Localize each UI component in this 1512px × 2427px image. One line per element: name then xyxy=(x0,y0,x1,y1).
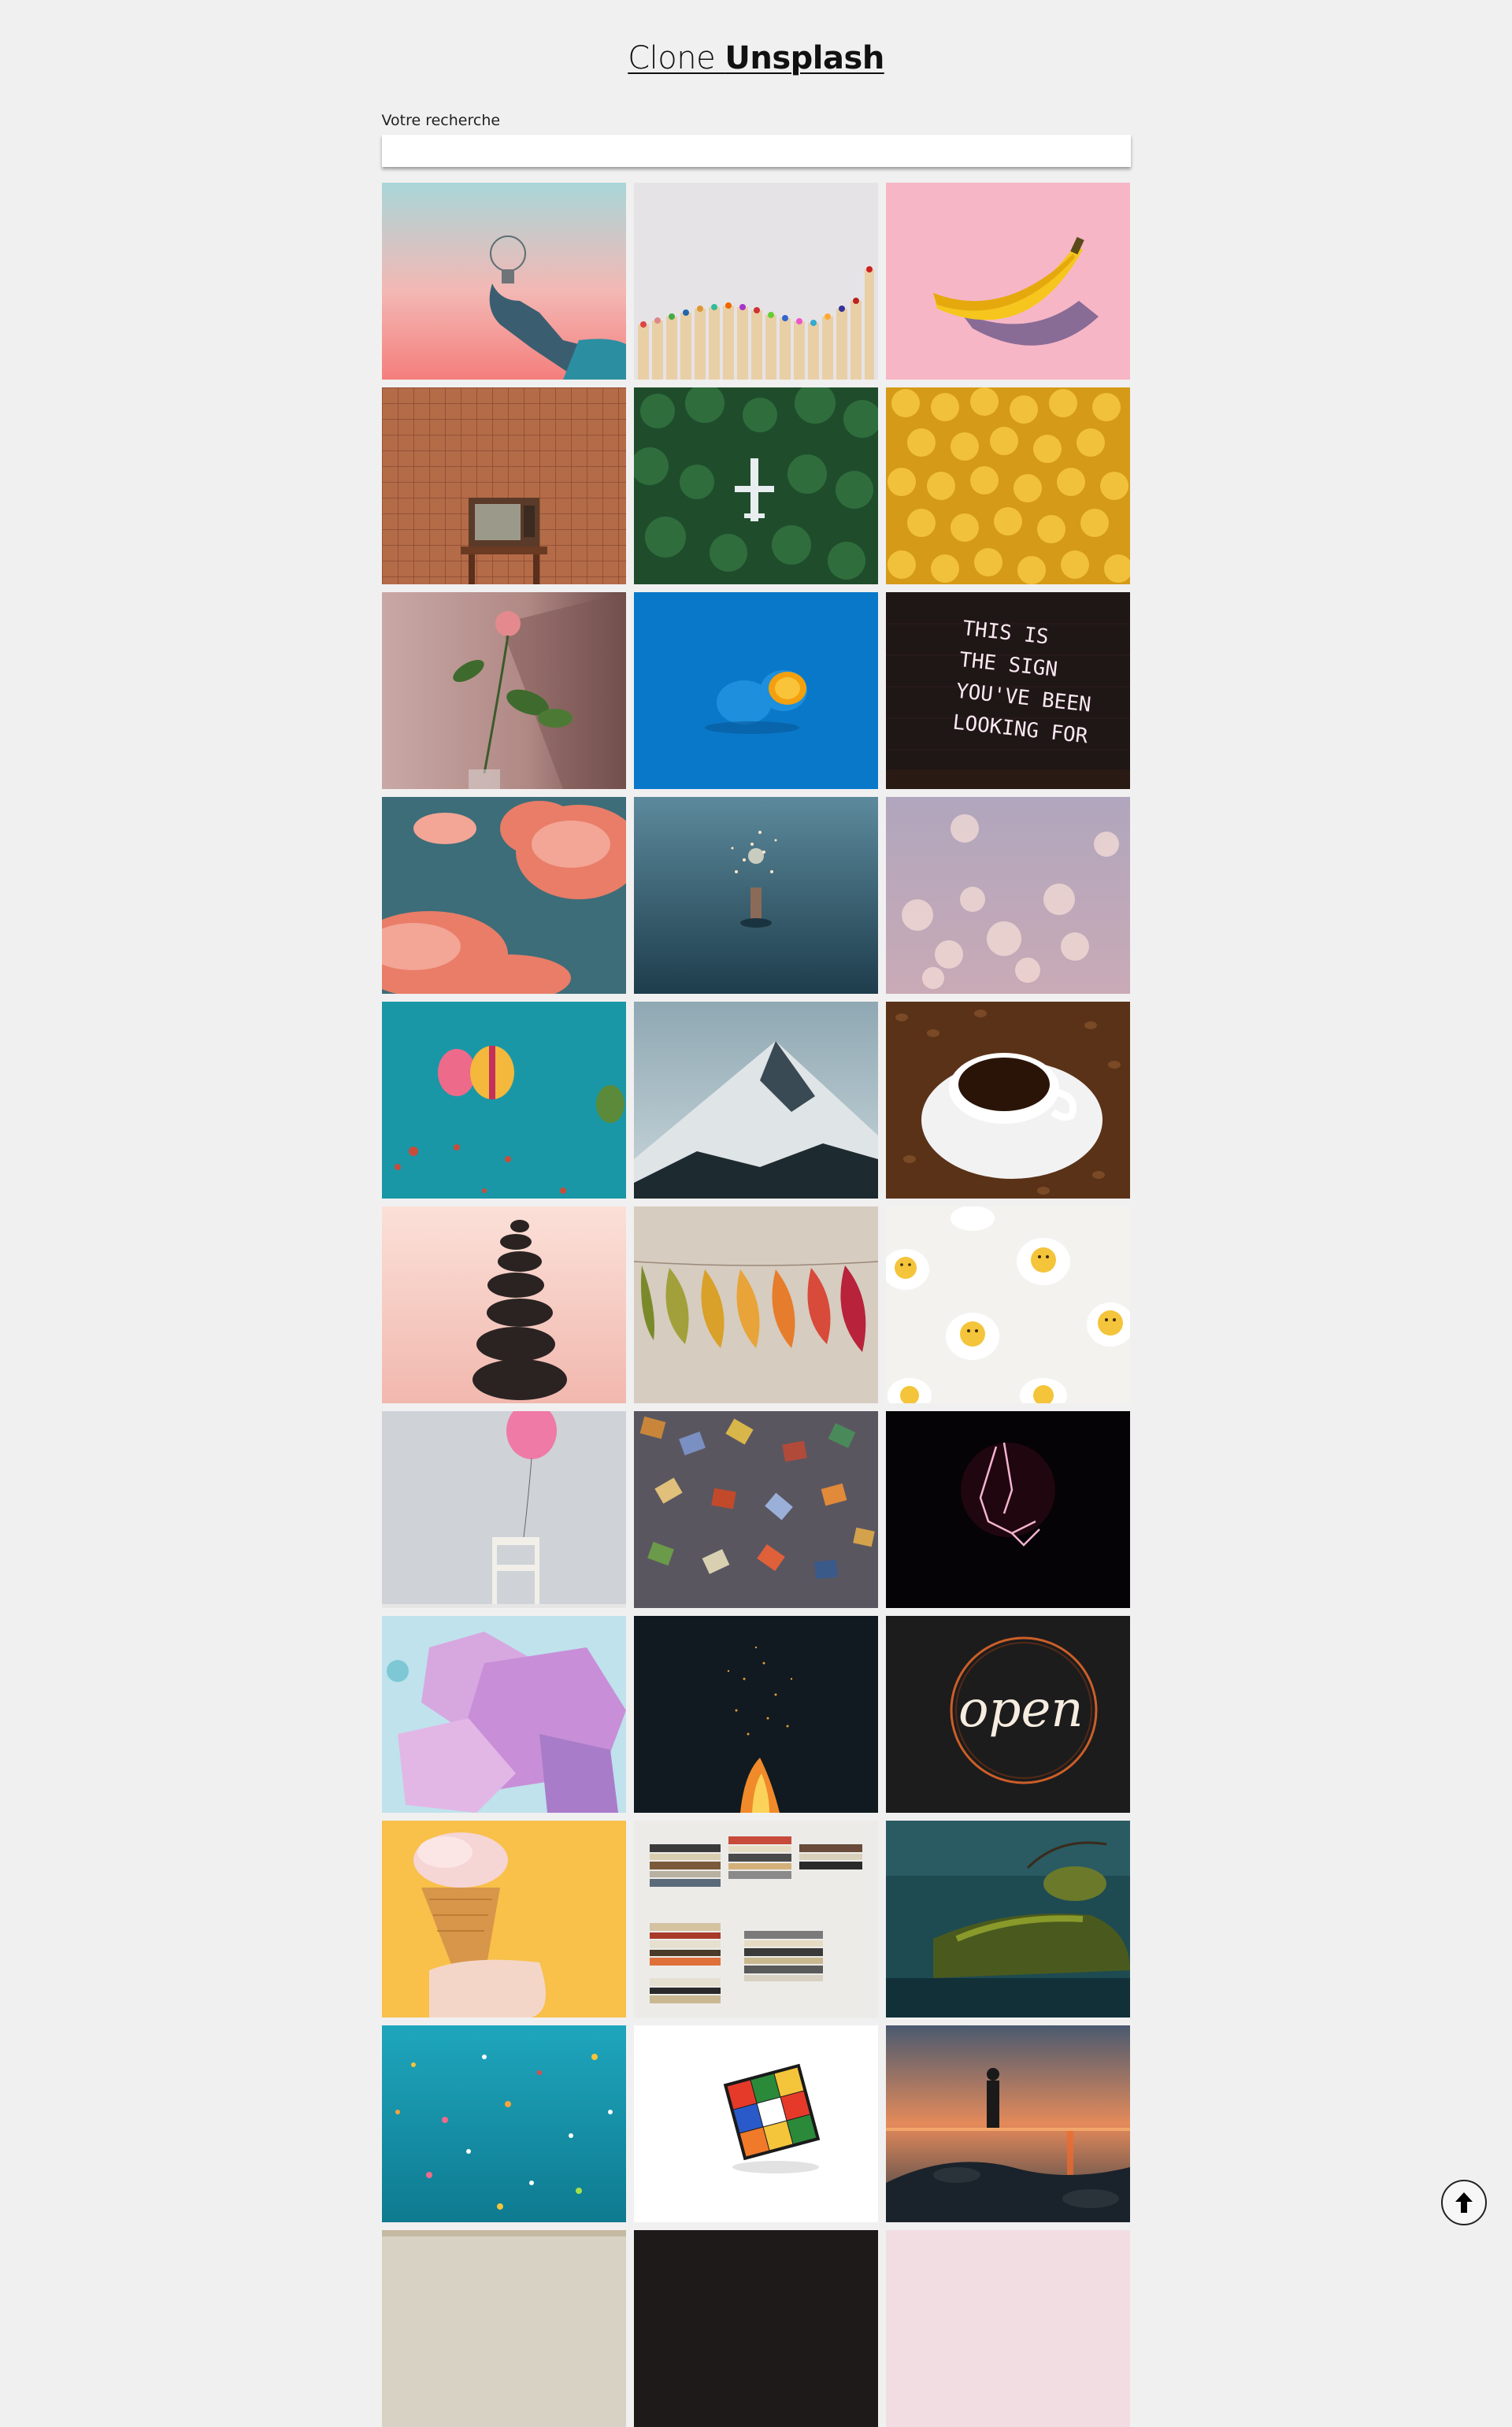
scroll-to-top-button[interactable] xyxy=(1441,2180,1487,2225)
site-title[interactable]: Clone Unsplash xyxy=(628,38,884,79)
photo-bokeh-lights[interactable] xyxy=(885,797,1130,994)
photo-neon-praying-hands[interactable] xyxy=(885,1411,1130,1608)
photo-partial-row-2[interactable] xyxy=(633,2230,878,2427)
photo-yellow-lego-heads[interactable] xyxy=(885,387,1130,584)
photo-airplane-forest[interactable] xyxy=(633,387,878,584)
photo-grid: THIS IS THE SIGN YOU'VE BEEN LOOKING FOR xyxy=(381,183,1131,2427)
photo-retro-tv[interactable] xyxy=(381,387,626,584)
photo-rose[interactable] xyxy=(381,592,626,789)
photo-light-bulb[interactable] xyxy=(381,183,626,380)
photo-stacked-stones[interactable] xyxy=(381,1206,626,1403)
photo-sunset-person[interactable] xyxy=(885,2025,1130,2222)
search-block: Votre recherche xyxy=(381,112,1131,167)
photo-neon-open-sign[interactable]: open xyxy=(885,1616,1130,1813)
site-title-light: Clone xyxy=(628,40,725,76)
open-sign-text: open xyxy=(958,1680,1084,1739)
photo-campfire[interactable] xyxy=(633,1616,878,1813)
photo-coastal-tree[interactable] xyxy=(885,1821,1130,2018)
search-input[interactable] xyxy=(381,135,1131,167)
photo-book-stacks[interactable] xyxy=(633,1821,878,2018)
photo-snowy-mountain[interactable] xyxy=(633,1002,878,1199)
photo-partial-row-1[interactable] xyxy=(381,2230,626,2427)
photo-pink-clouds[interactable] xyxy=(381,797,626,994)
arrow-up-icon xyxy=(1455,2192,1473,2213)
photo-sparkler-sea[interactable] xyxy=(633,797,878,994)
site-title-bold: Unsplash xyxy=(724,40,884,76)
photo-colored-pencils[interactable] xyxy=(633,183,878,380)
photo-coffee-cup[interactable] xyxy=(885,1002,1130,1199)
photo-neon-sign-text[interactable]: THIS IS THE SIGN YOU'VE BEEN LOOKING FOR xyxy=(885,592,1130,789)
photo-confetti[interactable] xyxy=(381,2025,626,2222)
photo-banana[interactable] xyxy=(885,183,1130,380)
photo-ice-cream-cone[interactable] xyxy=(381,1821,626,2018)
photo-crystals[interactable] xyxy=(381,1616,626,1813)
photo-puzzle-pieces[interactable] xyxy=(633,1411,878,1608)
photo-pink-balloon-chair[interactable] xyxy=(381,1411,626,1608)
photo-smiley-eggs[interactable] xyxy=(885,1206,1130,1403)
photo-autumn-leaves[interactable] xyxy=(633,1206,878,1403)
photo-hot-air-balloons[interactable] xyxy=(381,1002,626,1199)
photo-blue-lemon[interactable] xyxy=(633,592,878,789)
page: Clone Unsplash Votre recherche THIS IS T… xyxy=(381,0,1131,2427)
search-label: Votre recherche xyxy=(381,112,501,129)
photo-partial-row-3[interactable] xyxy=(885,2230,1130,2427)
site-header: Clone Unsplash xyxy=(382,0,1131,82)
photo-rubiks-cube[interactable] xyxy=(633,2025,878,2222)
